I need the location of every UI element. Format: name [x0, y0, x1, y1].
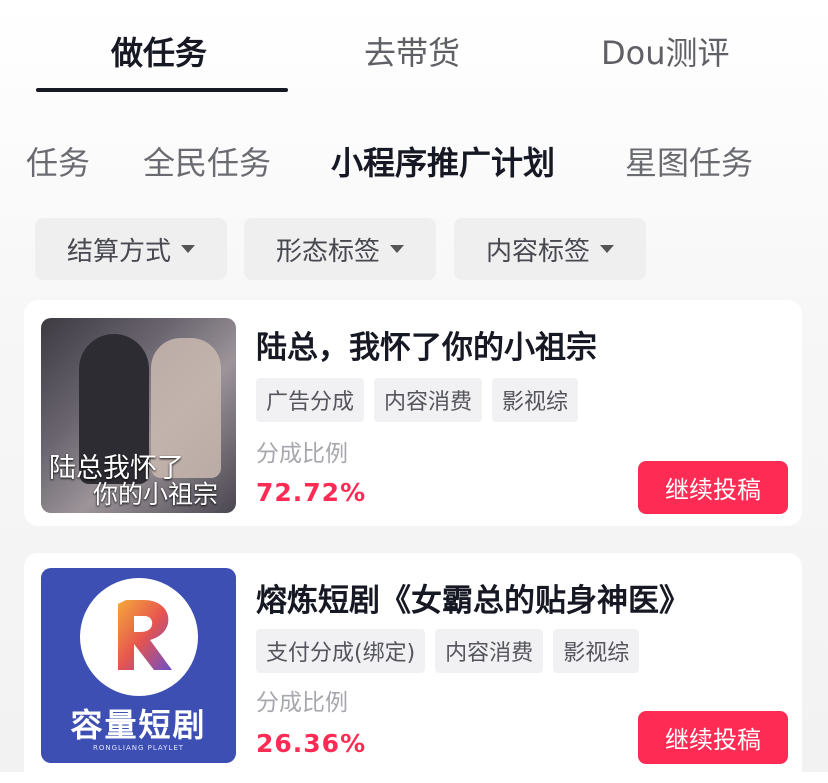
- tag: 影视综: [553, 629, 640, 673]
- tab-do-tasks[interactable]: 做任务: [111, 28, 207, 74]
- tag: 内容消费: [435, 629, 544, 673]
- continue-submit-button[interactable]: 继续投稿: [638, 711, 788, 764]
- caret-down-icon: [181, 245, 195, 253]
- tag: 影视综: [492, 378, 579, 422]
- poster-title-line2: 你的小祖宗: [93, 480, 219, 509]
- task-card[interactable]: 容量短剧 RONGLIANG PLAYLET 熔炼短剧《女霸总的贴身神医》 支付…: [24, 553, 802, 783]
- ratio-label: 分成比例: [256, 441, 348, 467]
- tag-list: 支付分成(绑定) 内容消费 影视综: [256, 629, 640, 673]
- task-title: 熔炼短剧《女霸总的贴身神医》: [256, 583, 690, 619]
- r-logo-icon: [118, 600, 172, 670]
- tag: 内容消费: [374, 378, 483, 422]
- brand-subtitle: RONGLIANG PLAYLET: [92, 744, 185, 752]
- brand-logo-thumbnail: 容量短剧 RONGLIANG PLAYLET: [41, 568, 236, 763]
- task-card[interactable]: 陆总我怀了 你的小祖宗 陆总，我怀了你的小祖宗 广告分成 内容消费 影视综 分成…: [24, 300, 802, 526]
- filter-label: 内容标签: [485, 236, 590, 267]
- filter-settlement-dropdown[interactable]: 结算方式: [35, 218, 227, 280]
- subtab-mini-program-promotion[interactable]: 小程序推广计划: [331, 138, 555, 184]
- continue-submit-button[interactable]: 继续投稿: [638, 461, 788, 514]
- ratio-value: 26.36%: [256, 729, 367, 758]
- caret-down-icon: [390, 245, 404, 253]
- brand-name: 容量短剧: [70, 706, 207, 744]
- filter-content-dropdown[interactable]: 内容标签: [454, 218, 646, 280]
- tab-sell-goods[interactable]: 去带货: [364, 28, 460, 74]
- logo-circle: [80, 578, 198, 696]
- filter-label: 形态标签: [275, 236, 380, 267]
- top-tab-bar: 做任务 去带货 Dou测评: [0, 0, 828, 96]
- caret-down-icon: [600, 245, 614, 253]
- subtab-tasks[interactable]: 任务: [26, 138, 90, 184]
- active-tab-indicator: [36, 88, 288, 92]
- filter-label: 结算方式: [66, 236, 171, 267]
- task-title: 陆总，我怀了你的小祖宗: [256, 330, 597, 366]
- filter-format-dropdown[interactable]: 形态标签: [244, 218, 436, 280]
- drama-poster-thumbnail: 陆总我怀了 你的小祖宗: [41, 318, 236, 513]
- tab-dou-review[interactable]: Dou测评: [601, 28, 730, 74]
- tag-list: 广告分成 内容消费 影视综: [256, 378, 579, 422]
- ratio-label: 分成比例: [256, 690, 348, 716]
- tag: 广告分成: [256, 378, 365, 422]
- subtab-star-map-tasks[interactable]: 星图任务: [625, 138, 753, 184]
- tag: 支付分成(绑定): [256, 629, 426, 673]
- ratio-value: 72.72%: [256, 478, 367, 507]
- subtab-all-people-tasks[interactable]: 全民任务: [143, 138, 271, 184]
